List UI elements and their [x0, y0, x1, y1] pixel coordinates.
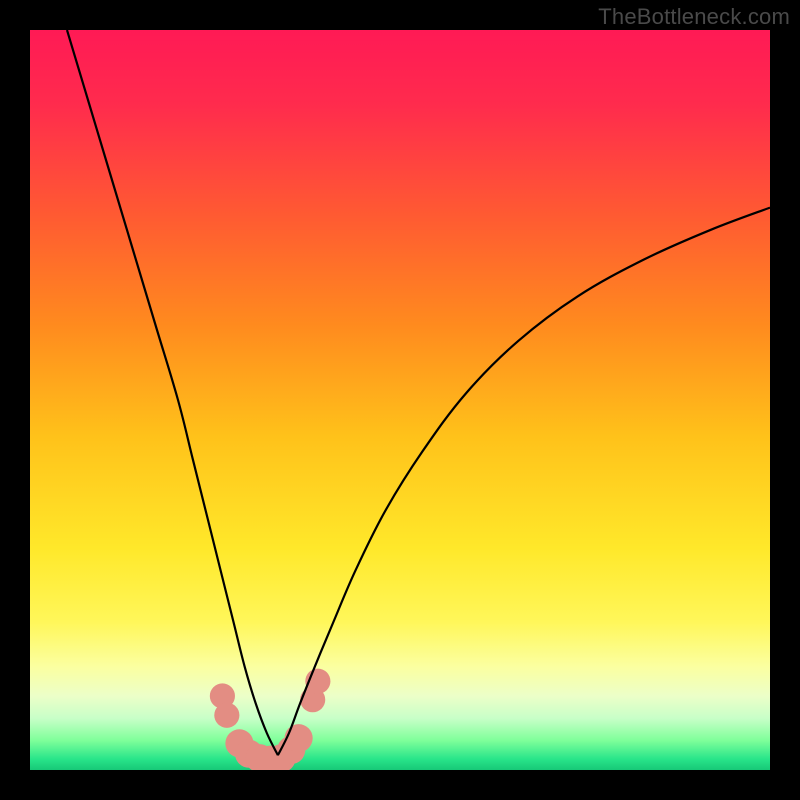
- valley-marker: [285, 724, 313, 752]
- watermark-text: TheBottleneck.com: [598, 4, 790, 30]
- chart-frame: TheBottleneck.com: [0, 0, 800, 800]
- curve-layer: [30, 30, 770, 770]
- curve-left-branch: [67, 30, 278, 755]
- valley-marker: [214, 703, 239, 728]
- curve-right-branch: [278, 208, 770, 756]
- plot-area: [30, 30, 770, 770]
- valley-marker-group: [210, 669, 331, 770]
